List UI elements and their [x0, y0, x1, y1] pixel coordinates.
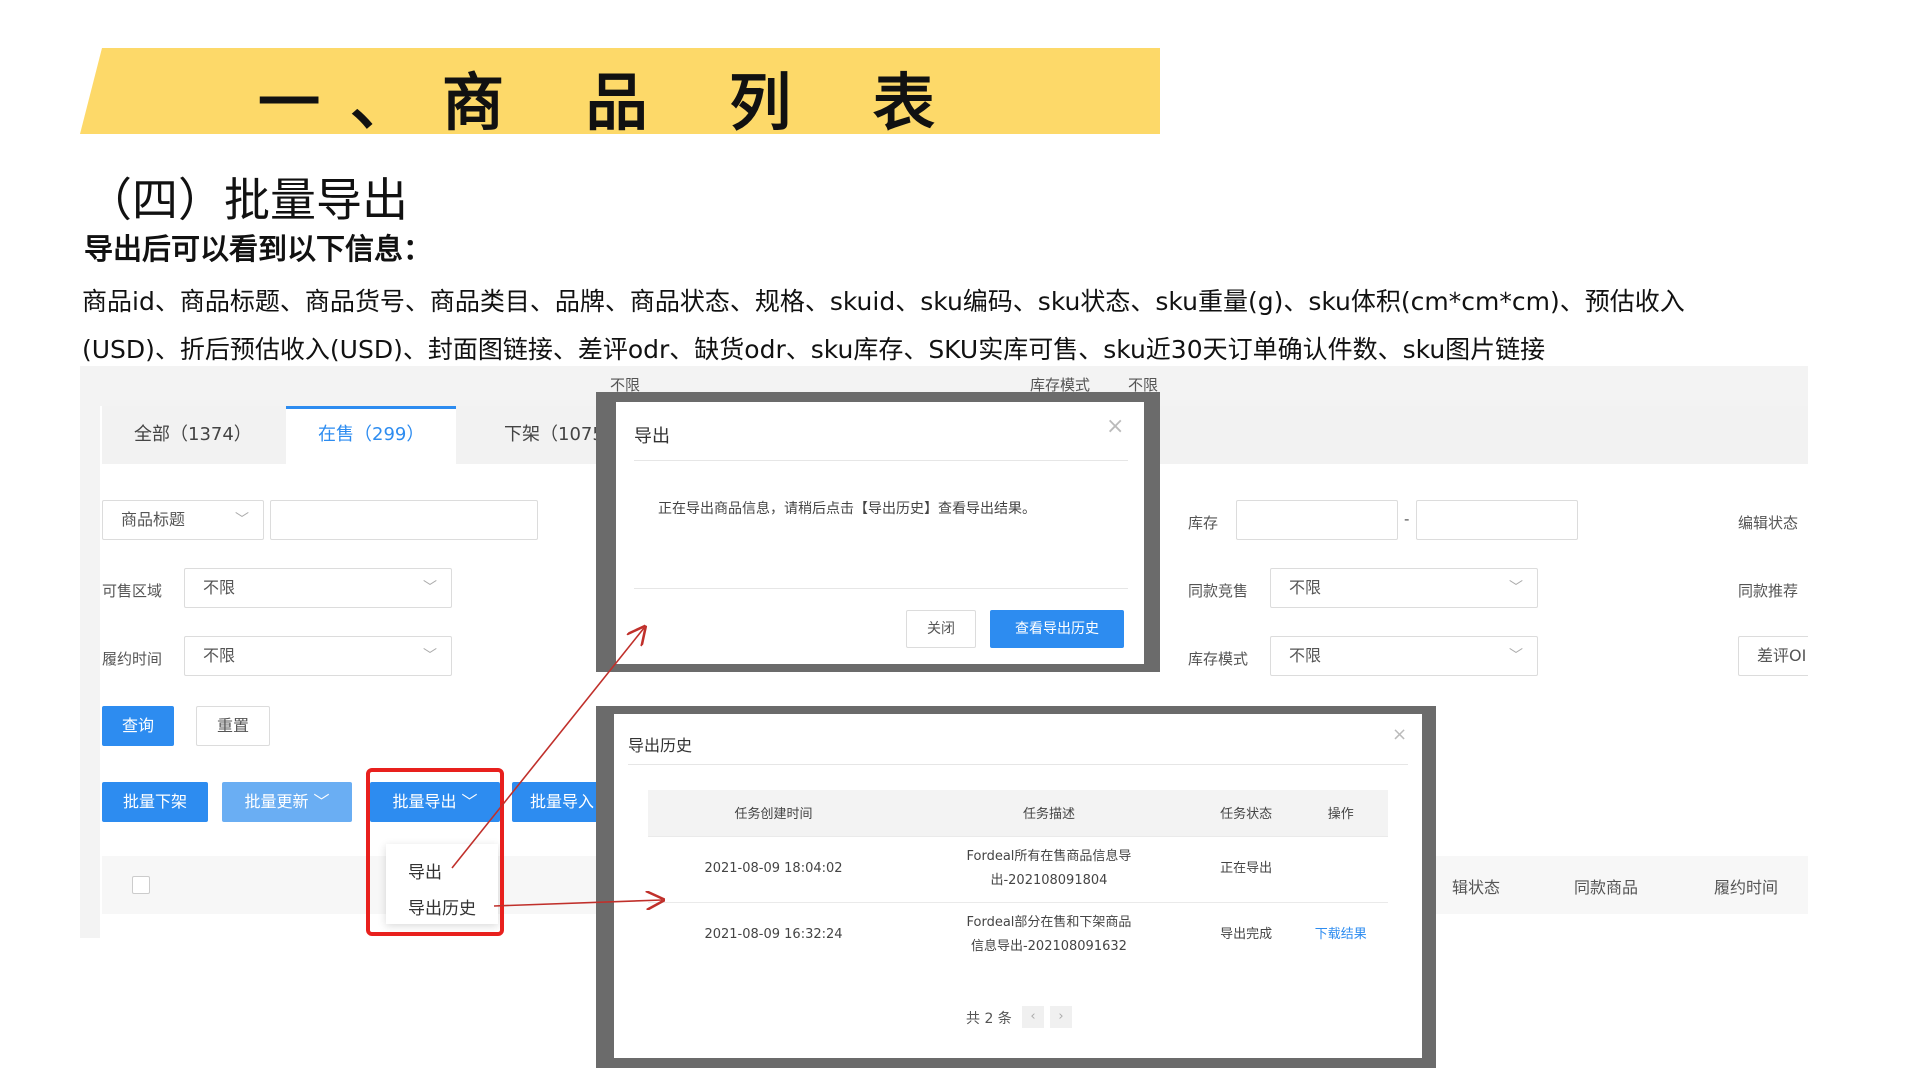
- chevron-down-icon: ﹀: [1509, 580, 1523, 596]
- prev-page-icon[interactable]: ‹: [1022, 1006, 1044, 1028]
- title-type-value: 商品标题: [121, 510, 186, 529]
- stock-mode-label: 库存模式: [1188, 650, 1249, 668]
- stock-min-input[interactable]: [1236, 500, 1398, 540]
- title-search-input[interactable]: [270, 500, 538, 540]
- slide-subtitle-info: 导出后可以看到以下信息：: [84, 232, 433, 266]
- stock-mode-select[interactable]: 不限 ﹀: [1270, 636, 1538, 676]
- table-row: 2021-08-09 18:04:02 Fordeal所有在售商品信息导 出-20…: [648, 835, 1388, 902]
- divider: [634, 460, 1128, 461]
- history-dialog-title: 导出历史: [628, 736, 693, 755]
- row-desc: Fordeal部分在售和下架商品 信息导出-202108091632: [899, 901, 1199, 968]
- row-desc: Fordeal所有在售商品信息导 出-202108091804: [899, 835, 1199, 902]
- edit-status-label: 编辑状态: [1738, 514, 1799, 532]
- row-action: [1293, 835, 1388, 902]
- highlight-box: [366, 768, 504, 936]
- tab-all[interactable]: 全部（1374）: [102, 406, 284, 464]
- export-dialog: 导出 × 正在导出商品信息，请稍后点击【导出历史】查看导出结果。 关闭 查看导出…: [616, 402, 1144, 664]
- same-compete-label: 同款竞售: [1188, 582, 1249, 600]
- bad-review-value: 差评OI: [1757, 646, 1807, 665]
- same-compete-select[interactable]: 不限 ﹀: [1270, 568, 1538, 608]
- batch-offline-button[interactable]: 批量下架: [102, 782, 208, 822]
- desc-line-1: 商品id、商品标题、商品货号、商品类目、品牌、商品状态、规格、skuid、sku…: [82, 287, 1685, 316]
- query-button[interactable]: 查询: [102, 706, 174, 746]
- export-history-dialog: 导出历史 × 任务创建时间 任务描述 任务状态 操作 2021-08-09 18…: [614, 714, 1422, 1058]
- col-edit-status: 辑状态: [1452, 878, 1501, 897]
- title-type-select[interactable]: 商品标题 ﹀: [102, 500, 264, 540]
- chevron-down-icon: ﹀: [423, 580, 437, 596]
- fulfill-time-select[interactable]: 不限 ﹀: [184, 636, 452, 676]
- row-time: 2021-08-09 16:32:24: [648, 901, 900, 968]
- bad-review-select[interactable]: 差评OI: [1738, 636, 1808, 676]
- row-desc-line-1: Fordeal部分在售和下架商品: [966, 915, 1132, 931]
- col-fulfill-time: 履约时间: [1714, 878, 1779, 897]
- col-task-status: 任务状态: [1198, 790, 1294, 836]
- slide-title: 一、商 品 列 表: [258, 66, 965, 139]
- row-time: 2021-08-09 18:04:02: [648, 835, 900, 902]
- row-desc-line-1: Fordeal所有在售商品信息导: [966, 849, 1132, 864]
- chevron-down-icon: ﹀: [235, 512, 249, 528]
- close-button[interactable]: 关闭: [906, 610, 976, 648]
- chevron-down-icon: ﹀: [423, 648, 437, 664]
- sale-region-value: 不限: [203, 578, 236, 597]
- select-all-checkbox[interactable]: [132, 876, 150, 894]
- stock-mode-value: 不限: [1289, 646, 1322, 665]
- slide-subtitle: （四）批量导出: [86, 173, 408, 227]
- fulfill-time-value: 不限: [203, 646, 236, 665]
- col-task-desc: 任务描述: [899, 790, 1199, 836]
- chevron-down-icon: ﹀: [1509, 648, 1523, 664]
- fulfill-time-label: 履约时间: [102, 650, 163, 668]
- col-same-goods: 同款商品: [1574, 878, 1639, 897]
- pagination-total: 共 2 条: [966, 1011, 1012, 1027]
- export-message: 正在导出商品信息，请稍后点击【导出历史】查看导出结果。: [658, 501, 1036, 517]
- divider: [628, 764, 1408, 765]
- export-history-table: 任务创建时间 任务描述 任务状态 操作 2021-08-09 18:04:02 …: [648, 790, 1388, 968]
- row-status: 正在导出: [1198, 835, 1294, 902]
- chevron-down-icon: ﹀: [313, 792, 330, 811]
- reset-button[interactable]: 重置: [196, 706, 270, 746]
- batch-update-button[interactable]: 批量更新 ﹀: [222, 782, 352, 822]
- download-result-link[interactable]: 下载结果: [1293, 901, 1388, 968]
- sale-region-label: 可售区域: [102, 582, 163, 600]
- next-page-icon[interactable]: ›: [1050, 1006, 1072, 1028]
- table-row: 2021-08-09 16:32:24 Fordeal部分在售和下架商品 信息导出…: [648, 901, 1388, 968]
- row-desc-line-2: 出-202108091804: [990, 873, 1108, 888]
- stock-max-input[interactable]: [1416, 500, 1578, 540]
- row-desc-line-2: 信息导出-202108091632: [970, 939, 1127, 955]
- same-compete-value: 不限: [1289, 578, 1322, 597]
- stock-label: 库存: [1188, 514, 1219, 532]
- table-header-row: 任务创建时间 任务描述 任务状态 操作: [648, 790, 1388, 836]
- close-icon[interactable]: ×: [1392, 724, 1407, 745]
- batch-update-label: 批量更新: [244, 792, 309, 811]
- sale-region-select[interactable]: 不限 ﹀: [184, 568, 452, 608]
- close-icon[interactable]: ×: [1106, 414, 1124, 439]
- divider: [634, 588, 1128, 589]
- row-status: 导出完成: [1198, 901, 1294, 968]
- same-recommend-label: 同款推荐: [1738, 582, 1799, 600]
- tab-on-sale[interactable]: 在售（299）: [286, 406, 457, 464]
- view-export-history-button[interactable]: 查看导出历史: [990, 610, 1124, 648]
- field-list-description: 商品id、商品标题、商品货号、商品类目、品牌、商品状态、规格、skuid、sku…: [82, 278, 1802, 374]
- col-action: 操作: [1293, 790, 1388, 836]
- col-created-time: 任务创建时间: [648, 790, 900, 836]
- export-dialog-title: 导出: [634, 426, 670, 447]
- stock-range-dash: -: [1404, 510, 1410, 528]
